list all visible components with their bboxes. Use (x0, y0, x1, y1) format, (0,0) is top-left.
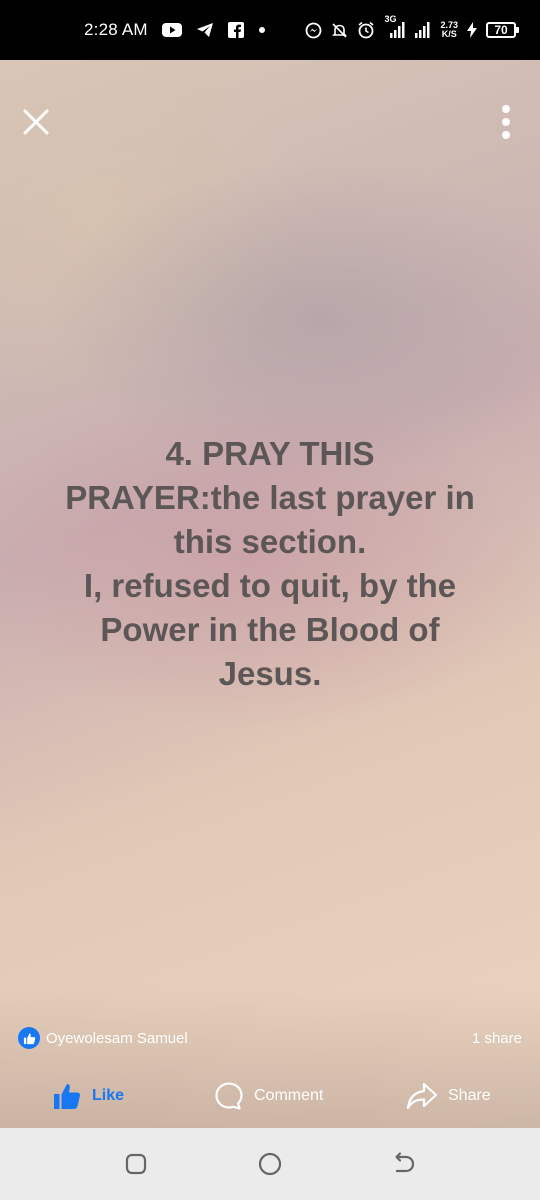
comment-label: Comment (254, 1087, 324, 1104)
story-text-line: I, refused to quit, by the (83, 567, 457, 604)
mute-icon (331, 22, 348, 39)
share-icon (406, 1082, 438, 1110)
close-button[interactable] (18, 104, 54, 140)
close-icon (23, 109, 49, 135)
youtube-icon (161, 23, 182, 37)
like-reaction-icon (18, 1027, 40, 1049)
battery-icon: 70 (486, 22, 519, 38)
share-button[interactable]: Share (406, 1081, 491, 1111)
story-text-line: Jesus. (218, 655, 322, 692)
net-speed-unit: K/S (441, 29, 457, 39)
system-nav-bar (0, 1128, 540, 1200)
reaction-summary: Oyewolesam Samuel 1 share (18, 1024, 522, 1052)
signal-icon (415, 22, 431, 38)
dot-icon (258, 26, 266, 34)
home-icon (258, 1152, 282, 1176)
recents-icon (125, 1153, 147, 1175)
charging-icon (467, 22, 477, 38)
home-button[interactable] (256, 1150, 284, 1178)
messenger-icon (305, 22, 322, 39)
more-dot-icon (502, 131, 510, 139)
back-icon (395, 1152, 415, 1173)
story-text-line: this section. (173, 523, 367, 560)
comment-icon (215, 1082, 243, 1110)
share-label: Share (448, 1087, 491, 1104)
mobile-signal-icon: 3G (384, 14, 406, 38)
share-count[interactable]: 1 share (472, 1030, 522, 1047)
battery-level: 70 (494, 23, 508, 37)
action-bar: Like Comment Share (0, 1072, 540, 1120)
story-viewer[interactable]: 4. PRAY THIS PRAYER:the last prayer in t… (0, 60, 540, 1128)
status-bar: 2:28 AM 3G 2.73 K/S 70 (0, 0, 540, 60)
alarm-icon (357, 21, 375, 39)
status-left: 2:28 AM (84, 20, 266, 40)
like-button[interactable]: Like (52, 1081, 124, 1111)
telegram-icon (196, 22, 214, 38)
more-options-button[interactable] (492, 102, 520, 142)
recents-button[interactable] (122, 1150, 150, 1178)
story-text-line: 4. PRAY THIS (165, 435, 375, 472)
status-time: 2:28 AM (84, 20, 148, 39)
facebook-icon (227, 22, 244, 38)
story-text-line: PRAYER:the last prayer in (65, 479, 475, 516)
network-speed: 2.73 K/S (440, 21, 458, 39)
thumbs-up-icon (54, 1084, 80, 1109)
story-text: 4. PRAY THIS PRAYER:the last prayer in t… (30, 432, 510, 696)
more-dot-icon (502, 105, 510, 113)
comment-button[interactable]: Comment (214, 1081, 323, 1111)
like-label: Like (92, 1087, 125, 1104)
status-right: 3G 2.73 K/S 70 (305, 14, 519, 39)
network-type-label: 3G (384, 14, 397, 24)
reactor-name[interactable]: Oyewolesam Samuel (46, 1030, 188, 1047)
story-text-line: Power in the Blood of (100, 611, 440, 648)
more-dot-icon (502, 118, 510, 126)
back-button[interactable] (390, 1150, 418, 1178)
